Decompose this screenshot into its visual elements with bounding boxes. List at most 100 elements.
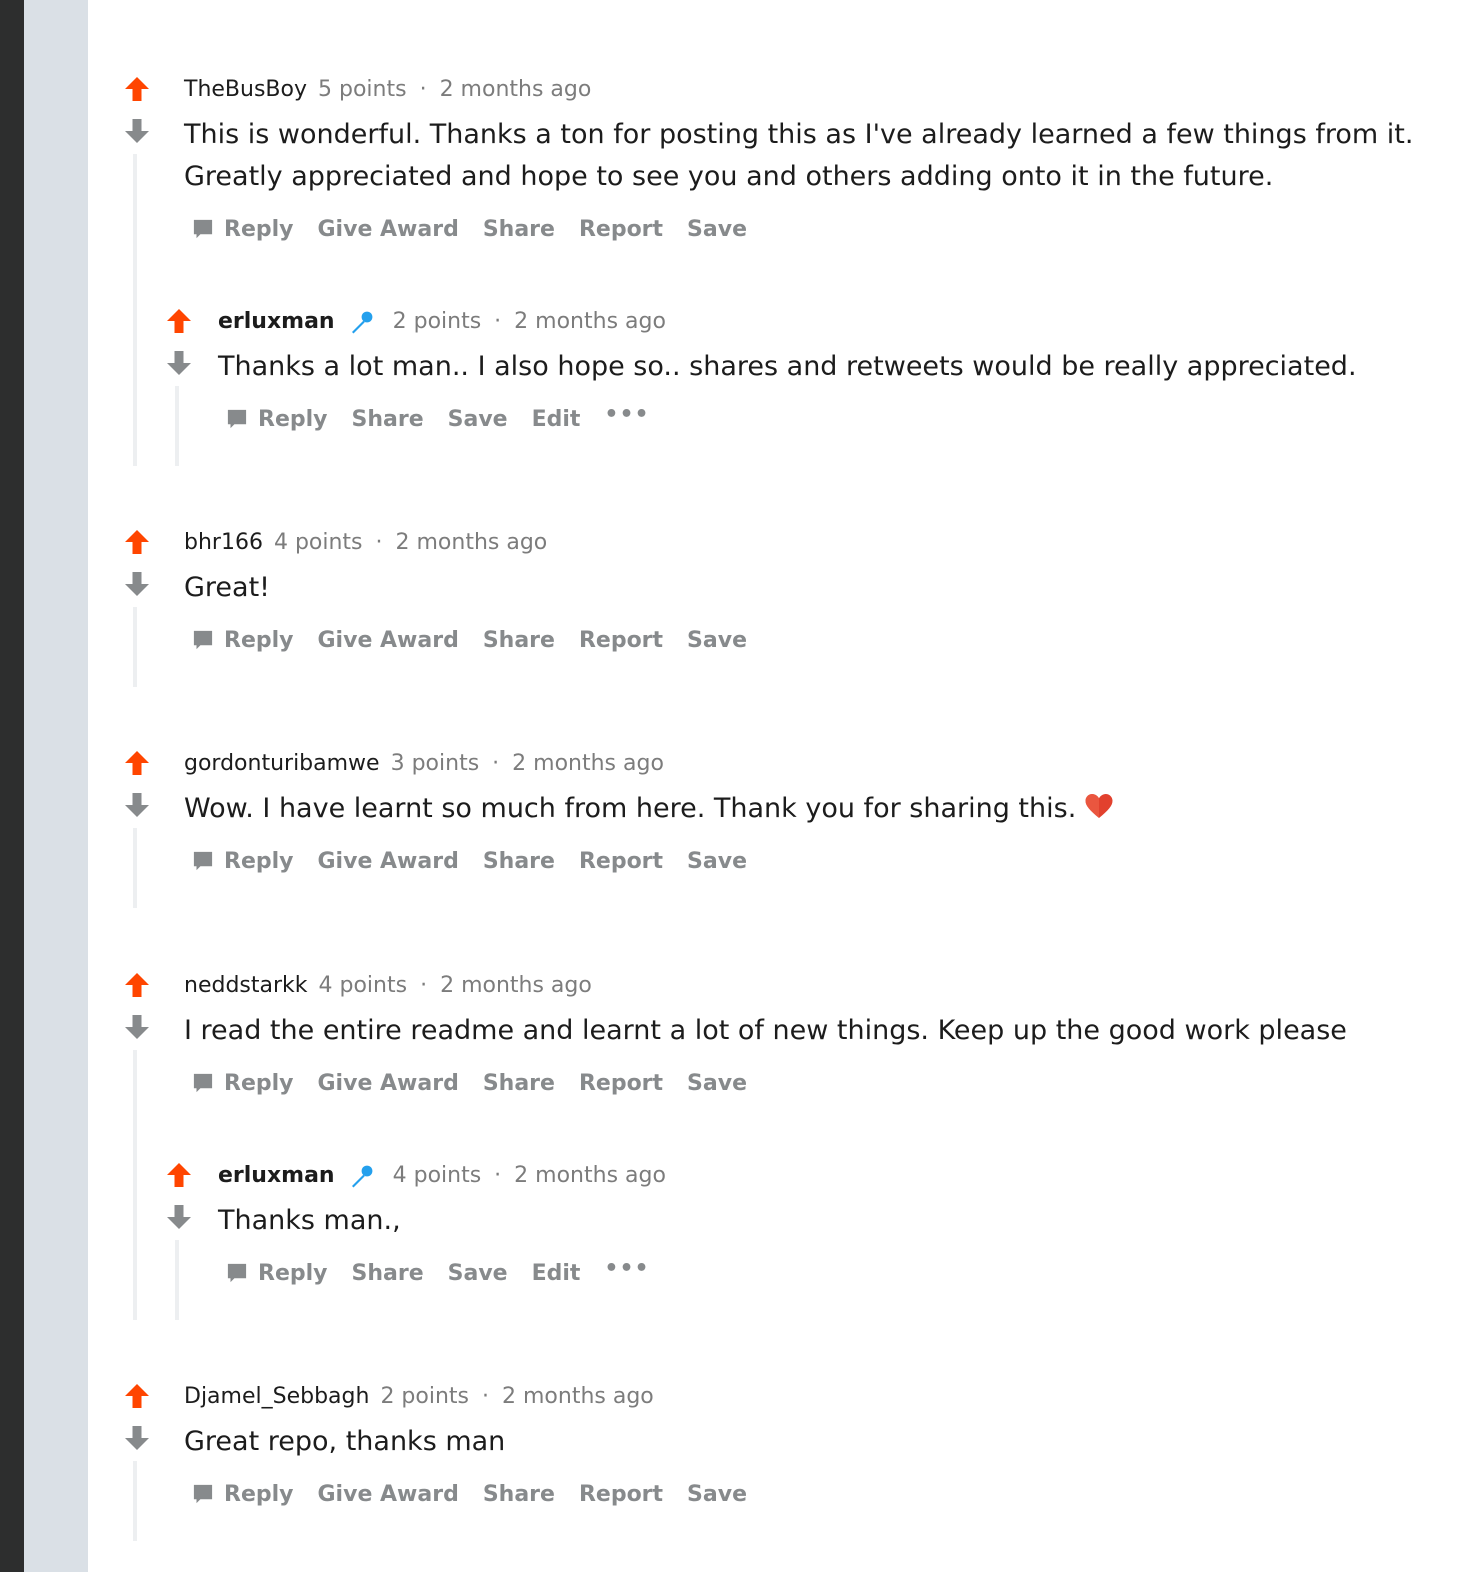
- comment-text: Thanks man.,: [218, 1205, 401, 1236]
- share-button[interactable]: Share: [483, 217, 555, 242]
- heart-icon: [1084, 792, 1114, 820]
- reply-button[interactable]: Reply: [190, 1481, 294, 1507]
- save-button[interactable]: Save: [687, 849, 747, 874]
- comment-time[interactable]: 2 months ago: [514, 1163, 666, 1188]
- comment-bubble-icon: [193, 219, 213, 239]
- comment-time[interactable]: 2 months ago: [512, 751, 664, 776]
- comment-actions: Reply Give Award Share Report Save: [190, 1477, 1434, 1511]
- comment-text: Great repo, thanks man: [184, 1426, 506, 1457]
- give-award-button[interactable]: Give Award: [318, 1071, 459, 1096]
- report-button[interactable]: Report: [579, 849, 663, 874]
- save-button[interactable]: Save: [687, 628, 747, 653]
- upvote-icon[interactable]: [164, 1160, 194, 1190]
- comment-actions: Reply Share Save Edit •••: [224, 1256, 1418, 1290]
- downvote-icon[interactable]: [164, 1202, 194, 1232]
- comment-text: This is wonderful. Thanks a ton for post…: [184, 119, 1414, 192]
- downvote-icon[interactable]: [122, 116, 152, 146]
- give-award-button[interactable]: Give Award: [318, 849, 459, 874]
- save-button[interactable]: Save: [687, 217, 747, 242]
- meta-separator: ·: [492, 751, 500, 776]
- meta-separator: ·: [375, 530, 383, 555]
- comment-bubble-icon: [227, 409, 247, 429]
- more-options-icon[interactable]: •••: [604, 1256, 649, 1281]
- downvote-icon[interactable]: [122, 790, 152, 820]
- more-options-icon[interactable]: •••: [604, 402, 649, 427]
- comment-time[interactable]: 2 months ago: [396, 530, 548, 555]
- edit-button[interactable]: Edit: [532, 1261, 581, 1286]
- share-button[interactable]: Share: [352, 407, 424, 432]
- meta-separator: ·: [419, 77, 427, 102]
- meta-separator: ·: [494, 1163, 502, 1188]
- upvote-icon[interactable]: [122, 527, 152, 557]
- meta-separator: ·: [482, 1384, 489, 1409]
- thread-line[interactable]: [133, 1050, 137, 1320]
- thread-line[interactable]: [133, 607, 137, 687]
- report-button[interactable]: Report: [579, 1482, 663, 1507]
- give-award-button[interactable]: Give Award: [318, 628, 459, 653]
- share-button[interactable]: Share: [483, 1482, 555, 1507]
- reply-button[interactable]: Reply: [224, 406, 328, 432]
- save-button[interactable]: Save: [687, 1071, 747, 1096]
- comment-text: Great!: [184, 572, 270, 603]
- comment-author[interactable]: erluxman: [218, 309, 335, 334]
- downvote-icon[interactable]: [164, 348, 194, 378]
- reply-label: Reply: [258, 406, 328, 432]
- upvote-icon[interactable]: [122, 1381, 152, 1411]
- comment-author[interactable]: bhr166: [184, 530, 263, 555]
- reply-label: Reply: [224, 1481, 294, 1507]
- reply-button[interactable]: Reply: [190, 1070, 294, 1096]
- thread-line[interactable]: [133, 828, 137, 908]
- reply-button[interactable]: Reply: [190, 848, 294, 874]
- upvote-icon[interactable]: [122, 748, 152, 778]
- save-button[interactable]: Save: [448, 1261, 508, 1286]
- comment-points: 3 points: [390, 751, 480, 776]
- share-button[interactable]: Share: [483, 1071, 555, 1096]
- comment-author[interactable]: TheBusBoy: [184, 77, 307, 102]
- give-award-button[interactable]: Give Award: [318, 217, 459, 242]
- edit-button[interactable]: Edit: [532, 407, 581, 432]
- upvote-icon[interactable]: [164, 306, 194, 336]
- microphone-icon: [346, 308, 376, 336]
- give-award-button[interactable]: Give Award: [318, 1482, 459, 1507]
- downvote-icon[interactable]: [122, 1012, 152, 1042]
- save-button[interactable]: Save: [448, 407, 508, 432]
- comment-time[interactable]: 2 months ago: [514, 309, 666, 334]
- microphone-icon: [346, 1162, 376, 1190]
- comment-meta: Djamel_Sebbagh 2 points · 2 months ago: [184, 1383, 1434, 1411]
- comment-meta: erluxman 2 points · 2 months ago: [218, 308, 1418, 336]
- report-button[interactable]: Report: [579, 628, 663, 653]
- thread-line[interactable]: [133, 154, 137, 466]
- thread-line[interactable]: [133, 1461, 137, 1541]
- comment-bubble-icon: [227, 1263, 247, 1283]
- reply-button[interactable]: Reply: [190, 216, 294, 242]
- comment-meta: gordonturibamwe 3 points · 2 months ago: [184, 750, 1434, 778]
- upvote-icon[interactable]: [122, 74, 152, 104]
- thread-line[interactable]: [175, 1240, 179, 1320]
- report-button[interactable]: Report: [579, 217, 663, 242]
- report-button[interactable]: Report: [579, 1071, 663, 1096]
- share-button[interactable]: Share: [483, 849, 555, 874]
- comment-author[interactable]: Djamel_Sebbagh: [184, 1384, 369, 1409]
- comment-bubble-icon: [193, 1484, 213, 1504]
- downvote-icon[interactable]: [122, 1423, 152, 1453]
- reply-button[interactable]: Reply: [190, 627, 294, 653]
- comment-points: 2 points: [392, 309, 482, 334]
- comment-points: 4 points: [273, 530, 363, 555]
- comment-time[interactable]: 2 months ago: [440, 973, 592, 998]
- thread-line[interactable]: [175, 386, 179, 466]
- comment-time[interactable]: 2 months ago: [440, 77, 592, 102]
- reply-button[interactable]: Reply: [224, 1260, 328, 1286]
- comment-actions: Reply Give Award Share Report Save: [190, 212, 1434, 246]
- share-button[interactable]: Share: [483, 628, 555, 653]
- share-button[interactable]: Share: [352, 1261, 424, 1286]
- comment-time[interactable]: 2 months ago: [502, 1384, 654, 1409]
- comment-points: 2 points: [380, 1384, 469, 1409]
- reply-label: Reply: [224, 848, 294, 874]
- comment-author[interactable]: erluxman: [218, 1163, 335, 1188]
- upvote-icon[interactable]: [122, 970, 152, 1000]
- comment-author[interactable]: gordonturibamwe: [184, 751, 380, 776]
- downvote-icon[interactable]: [122, 569, 152, 599]
- comment-author[interactable]: neddstarkk: [184, 973, 308, 998]
- comment-bubble-icon: [193, 851, 213, 871]
- save-button[interactable]: Save: [687, 1482, 747, 1507]
